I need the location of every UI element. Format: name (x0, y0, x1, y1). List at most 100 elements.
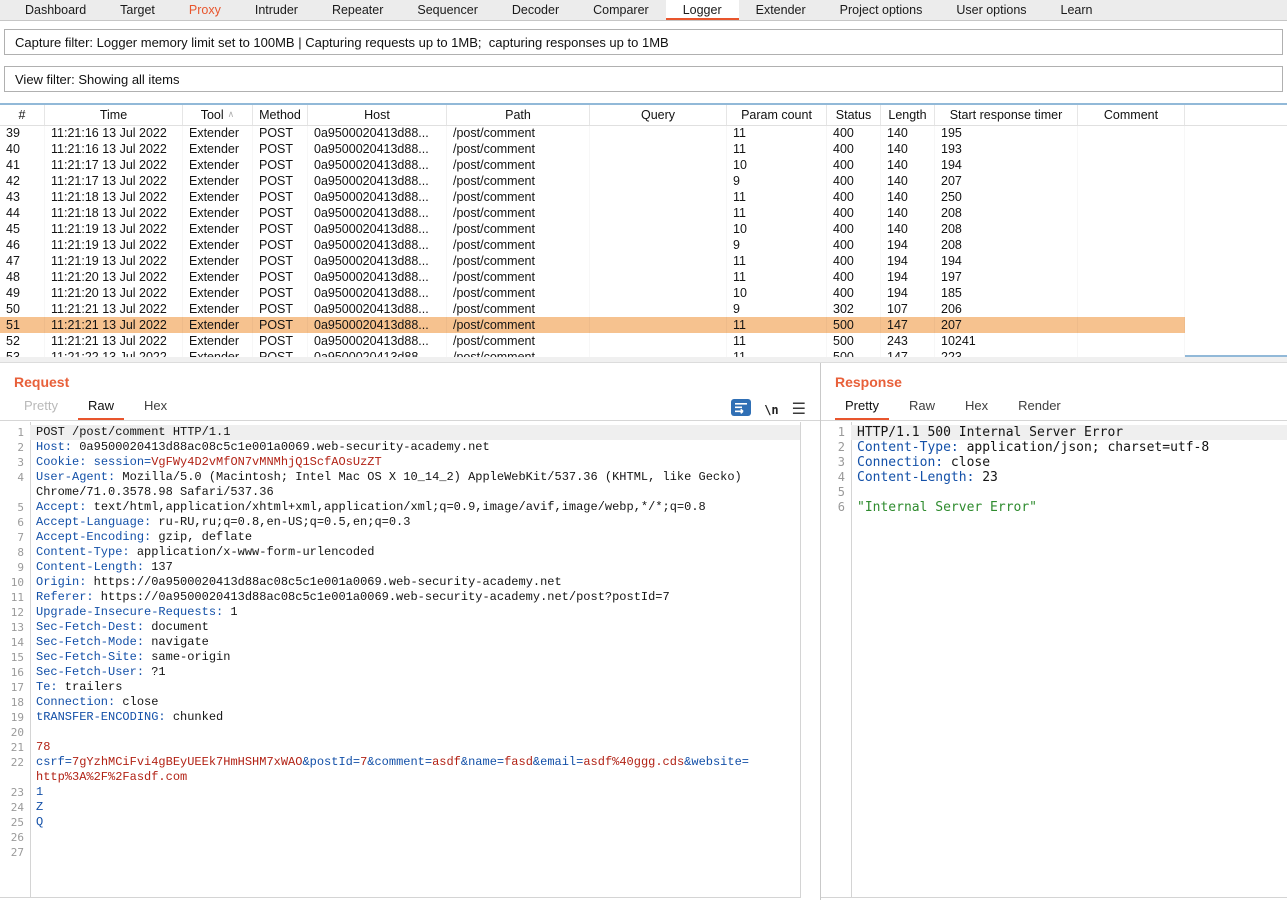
cell-time: 11:21:18 13 Jul 2022 (45, 189, 183, 205)
column-header-method[interactable]: Method (253, 105, 308, 125)
cell-time: 11:21:21 13 Jul 2022 (45, 301, 183, 317)
cell-time: 11:21:20 13 Jul 2022 (45, 285, 183, 301)
table-row-42[interactable]: 4211:21:17 13 Jul 2022ExtenderPOST0a9500… (0, 173, 1185, 189)
cell-param-count: 9 (727, 301, 827, 317)
request-line: 4User-Agent: Mozilla/5.0 (Macintosh; Int… (0, 470, 800, 485)
column-header-comment[interactable]: Comment (1078, 105, 1185, 125)
tab-hex[interactable]: Hex (134, 398, 177, 420)
table-row-48[interactable]: 4811:21:20 13 Jul 2022ExtenderPOST0a9500… (0, 269, 1185, 285)
table-row-41[interactable]: 4111:21:17 13 Jul 2022ExtenderPOST0a9500… (0, 157, 1185, 173)
cell-status: 400 (827, 221, 881, 237)
cell-query (590, 205, 727, 221)
cell-path: /post/comment (447, 189, 590, 205)
newline-icon[interactable]: \n (764, 403, 778, 417)
column-header-tool[interactable]: Tool∧ (183, 105, 253, 125)
table-row-53[interactable]: 5311:21:22 13 Jul 2022ExtenderPOST0a9500… (0, 349, 1185, 357)
column-header-#[interactable]: # (0, 105, 45, 125)
request-editor[interactable]: 1POST /post/comment HTTP/1.12Host: 0a950… (0, 422, 801, 898)
request-line: 26 (0, 830, 800, 845)
cell-#: 53 (0, 349, 45, 357)
cell-status: 302 (827, 301, 881, 317)
column-header-start-response-timer[interactable]: Start response timer (935, 105, 1078, 125)
cell-comment (1078, 141, 1185, 157)
table-row-43[interactable]: 4311:21:18 13 Jul 2022ExtenderPOST0a9500… (0, 189, 1185, 205)
menu-item-repeater[interactable]: Repeater (315, 0, 400, 20)
column-header-host[interactable]: Host (308, 105, 447, 125)
menu-item-decoder[interactable]: Decoder (495, 0, 576, 20)
cell-comment (1078, 126, 1185, 141)
cell-host: 0a9500020413d88... (308, 173, 447, 189)
cell-method: POST (253, 301, 308, 317)
cell-#: 42 (0, 173, 45, 189)
pretty-print-icon[interactable] (731, 399, 751, 421)
cell-method: POST (253, 141, 308, 157)
menu-item-learn[interactable]: Learn (1044, 0, 1110, 20)
column-header-length[interactable]: Length (881, 105, 935, 125)
request-line: 20 (0, 725, 800, 740)
cell-length: 140 (881, 221, 935, 237)
cell-comment (1078, 221, 1185, 237)
menu-item-comparer[interactable]: Comparer (576, 0, 666, 20)
tab-pretty[interactable]: Pretty (14, 398, 68, 420)
menu-item-extender[interactable]: Extender (739, 0, 823, 20)
table-row-47[interactable]: 4711:21:19 13 Jul 2022ExtenderPOST0a9500… (0, 253, 1185, 269)
column-header-time[interactable]: Time (45, 105, 183, 125)
view-filter-bar[interactable]: View filter: Showing all items (4, 66, 1283, 92)
table-row-44[interactable]: 4411:21:18 13 Jul 2022ExtenderPOST0a9500… (0, 205, 1185, 221)
menu-item-logger[interactable]: Logger (666, 0, 739, 20)
cell-time: 11:21:20 13 Jul 2022 (45, 269, 183, 285)
cell-path: /post/comment (447, 126, 590, 141)
cell-path: /post/comment (447, 237, 590, 253)
cell-query (590, 221, 727, 237)
capture-filter-bar[interactable]: Capture filter: Logger memory limit set … (4, 29, 1283, 55)
cell-#: 43 (0, 189, 45, 205)
cell-param-count: 11 (727, 333, 827, 349)
menu-item-user-options[interactable]: User options (939, 0, 1043, 20)
column-header-param-count[interactable]: Param count (727, 105, 827, 125)
request-line: 16Sec-Fetch-User: ?1 (0, 665, 800, 680)
column-header-path[interactable]: Path (447, 105, 590, 125)
tab-render[interactable]: Render (1008, 398, 1071, 420)
tab-raw[interactable]: Raw (78, 398, 124, 420)
tab-hex[interactable]: Hex (955, 398, 998, 420)
table-row-52[interactable]: 5211:21:21 13 Jul 2022ExtenderPOST0a9500… (0, 333, 1185, 349)
column-header-status[interactable]: Status (827, 105, 881, 125)
column-header-spacer[interactable] (1185, 105, 1286, 125)
response-lines: 1HTTP/1.1 500 Internal Server Error2Cont… (821, 425, 1287, 515)
cell-start-response-timer: 207 (935, 173, 1078, 189)
cell-tool: Extender (183, 237, 253, 253)
menu-item-dashboard[interactable]: Dashboard (8, 0, 103, 20)
response-editor[interactable]: 1HTTP/1.1 500 Internal Server Error2Cont… (821, 422, 1287, 898)
table-row-51[interactable]: 5111:21:21 13 Jul 2022ExtenderPOST0a9500… (0, 317, 1185, 333)
cell-param-count: 11 (727, 126, 827, 141)
column-header-query[interactable]: Query (590, 105, 727, 125)
table-body[interactable]: 3911:21:16 13 Jul 2022ExtenderPOST0a9500… (0, 126, 1287, 357)
cell-query (590, 141, 727, 157)
menu-item-intruder[interactable]: Intruder (238, 0, 315, 20)
table-row-45[interactable]: 4511:21:19 13 Jul 2022ExtenderPOST0a9500… (0, 221, 1185, 237)
menu-item-project-options[interactable]: Project options (823, 0, 940, 20)
hamburger-menu-icon[interactable]: ☰ (792, 402, 806, 418)
table-row-50[interactable]: 5011:21:21 13 Jul 2022ExtenderPOST0a9500… (0, 301, 1185, 317)
cell-length: 140 (881, 189, 935, 205)
table-row-49[interactable]: 4911:21:20 13 Jul 2022ExtenderPOST0a9500… (0, 285, 1185, 301)
cell-start-response-timer: 250 (935, 189, 1078, 205)
menu-item-proxy[interactable]: Proxy (172, 0, 238, 20)
tab-pretty[interactable]: Pretty (835, 398, 889, 420)
cell-query (590, 173, 727, 189)
table-row-39[interactable]: 3911:21:16 13 Jul 2022ExtenderPOST0a9500… (0, 126, 1185, 141)
cell-status: 400 (827, 173, 881, 189)
cell-tool: Extender (183, 221, 253, 237)
cell-start-response-timer: 206 (935, 301, 1078, 317)
cell-length: 107 (881, 301, 935, 317)
table-row-46[interactable]: 4611:21:19 13 Jul 2022ExtenderPOST0a9500… (0, 237, 1185, 253)
cell-param-count: 11 (727, 141, 827, 157)
table-row-40[interactable]: 4011:21:16 13 Jul 2022ExtenderPOST0a9500… (0, 141, 1185, 157)
menu-item-sequencer[interactable]: Sequencer (400, 0, 494, 20)
request-toolbar: \n ☰ (731, 399, 806, 421)
cell-comment (1078, 253, 1185, 269)
request-line: 11Referer: https://0a9500020413d88ac08c5… (0, 590, 800, 605)
cell-host: 0a9500020413d88... (308, 349, 447, 357)
menu-item-target[interactable]: Target (103, 0, 172, 20)
tab-raw[interactable]: Raw (899, 398, 945, 420)
